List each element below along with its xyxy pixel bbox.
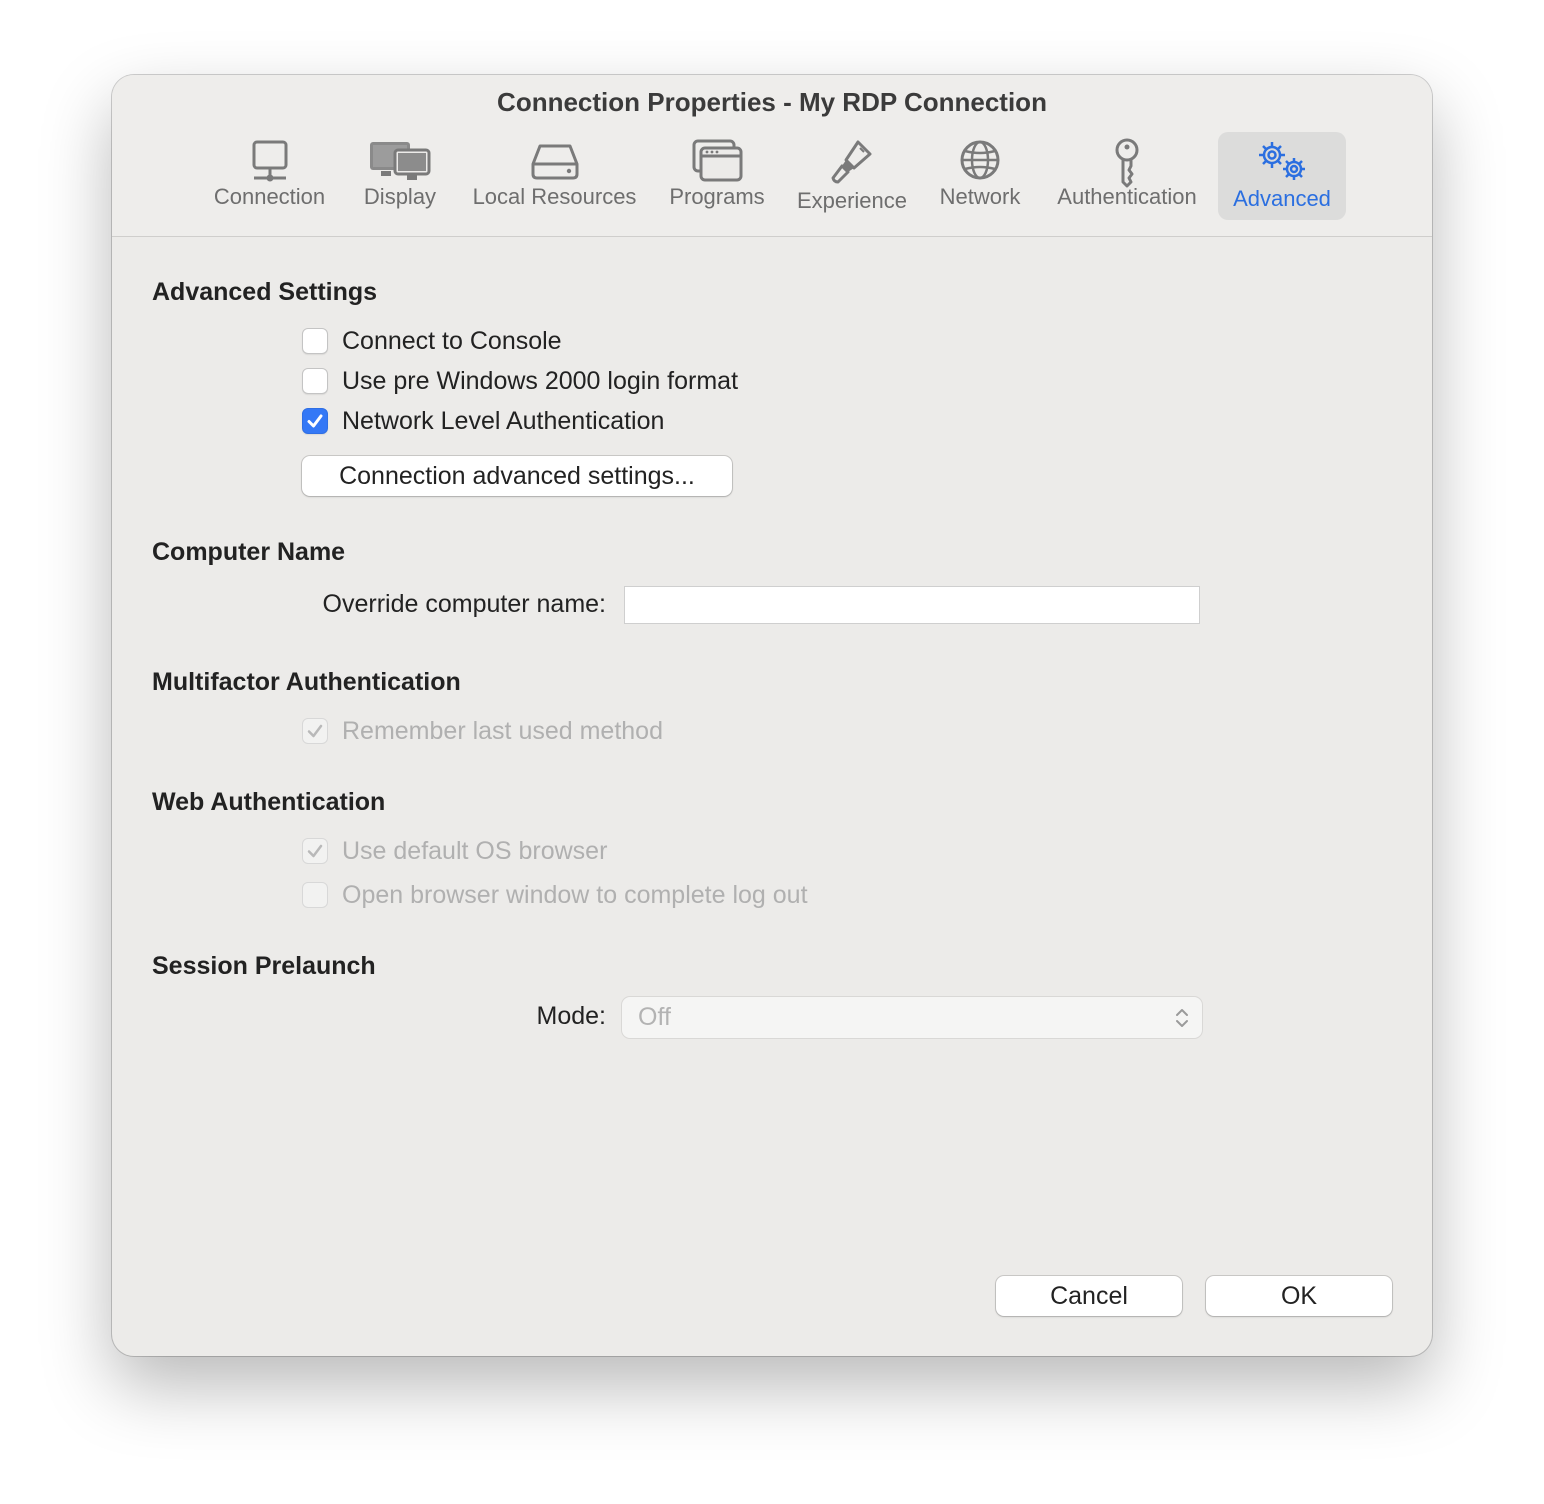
tab-experience[interactable]: Experience bbox=[792, 132, 912, 220]
checkbox-box[interactable] bbox=[302, 882, 328, 908]
chevron-up-down-icon bbox=[1176, 1009, 1188, 1027]
drive-icon bbox=[531, 144, 578, 180]
key-icon bbox=[1115, 138, 1139, 188]
paintbrush-icon bbox=[831, 140, 872, 184]
displays-icon bbox=[370, 142, 431, 180]
toolbar: Connection Properties - My RDP Connectio… bbox=[112, 75, 1432, 237]
cancel-button[interactable]: Cancel bbox=[996, 1276, 1182, 1316]
tab-display[interactable]: Display bbox=[358, 132, 442, 220]
ok-button[interactable]: OK bbox=[1206, 1276, 1392, 1316]
browser-logout-checkbox[interactable]: Open browser window to complete log out bbox=[302, 880, 808, 910]
checkbox-box[interactable] bbox=[302, 408, 328, 434]
tab-label-programs: Programs bbox=[669, 184, 765, 209]
connect-to-console-label: Connect to Console bbox=[342, 326, 562, 355]
use-default-browser-label: Use default OS browser bbox=[342, 836, 608, 865]
tab-label-authentication: Authentication bbox=[1057, 184, 1197, 209]
tab-advanced[interactable]: Advanced bbox=[1218, 132, 1346, 220]
window-title: Connection Properties - My RDP Connectio… bbox=[497, 87, 1047, 117]
override-computer-name-input[interactable] bbox=[624, 586, 1200, 624]
mfa-heading: Multifactor Authentication bbox=[152, 668, 461, 696]
windows-icon bbox=[692, 139, 743, 182]
tab-label-experience: Experience bbox=[796, 188, 908, 213]
network-level-auth-checkbox[interactable]: Network Level Authentication bbox=[302, 406, 664, 436]
checkbox-box[interactable] bbox=[302, 328, 328, 354]
mode-label: Mode: bbox=[536, 1002, 606, 1030]
computer-name-heading: Computer Name bbox=[152, 538, 346, 566]
checkbox-box[interactable] bbox=[302, 368, 328, 394]
checkmark-icon bbox=[307, 414, 323, 428]
tab-authentication[interactable]: Authentication bbox=[1050, 132, 1204, 220]
web-auth-heading: Web Authentication bbox=[152, 788, 386, 816]
pre-windows-2000-checkbox[interactable]: Use pre Windows 2000 login format bbox=[302, 366, 738, 396]
tab-network[interactable]: Network bbox=[935, 132, 1025, 220]
globe-icon bbox=[960, 140, 1000, 180]
tab-label-display: Display bbox=[363, 184, 437, 209]
remember-last-method-checkbox[interactable]: Remember last used method bbox=[302, 716, 663, 746]
checkbox-box[interactable] bbox=[302, 718, 328, 744]
tab-connection[interactable]: Connection bbox=[207, 132, 332, 220]
connection-advanced-settings-button[interactable]: Connection advanced settings... bbox=[302, 456, 732, 496]
network-level-auth-label: Network Level Authentication bbox=[342, 406, 665, 435]
use-default-browser-checkbox[interactable]: Use default OS browser bbox=[302, 836, 607, 866]
gears-icon bbox=[1259, 142, 1305, 180]
mode-select-value: Off bbox=[638, 1003, 671, 1031]
checkmark-icon bbox=[307, 724, 323, 738]
checkmark-icon bbox=[307, 844, 323, 858]
remember-last-method-label: Remember last used method bbox=[342, 716, 663, 745]
session-prelaunch-heading: Session Prelaunch bbox=[152, 952, 376, 980]
pre-windows-2000-label: Use pre Windows 2000 login format bbox=[342, 366, 739, 395]
tab-label-local-resources: Local Resources bbox=[472, 184, 637, 209]
tab-programs[interactable]: Programs bbox=[665, 132, 769, 220]
tab-label-network: Network bbox=[939, 184, 1021, 209]
checkbox-box[interactable] bbox=[302, 838, 328, 864]
override-computer-name-label: Override computer name: bbox=[322, 590, 606, 618]
tab-local-resources[interactable]: Local Resources bbox=[467, 132, 642, 220]
connect-to-console-checkbox[interactable]: Connect to Console bbox=[302, 326, 562, 356]
browser-logout-label: Open browser window to complete log out bbox=[342, 880, 808, 909]
mode-select[interactable]: Off bbox=[622, 997, 1202, 1038]
monitor-icon bbox=[252, 140, 287, 182]
tab-label-advanced: Advanced bbox=[1233, 186, 1331, 211]
connection-properties-window: Connection Properties - My RDP Connectio… bbox=[112, 75, 1432, 1356]
tab-label-connection: Connection bbox=[213, 184, 326, 209]
advanced-settings-heading: Advanced Settings bbox=[152, 278, 378, 306]
